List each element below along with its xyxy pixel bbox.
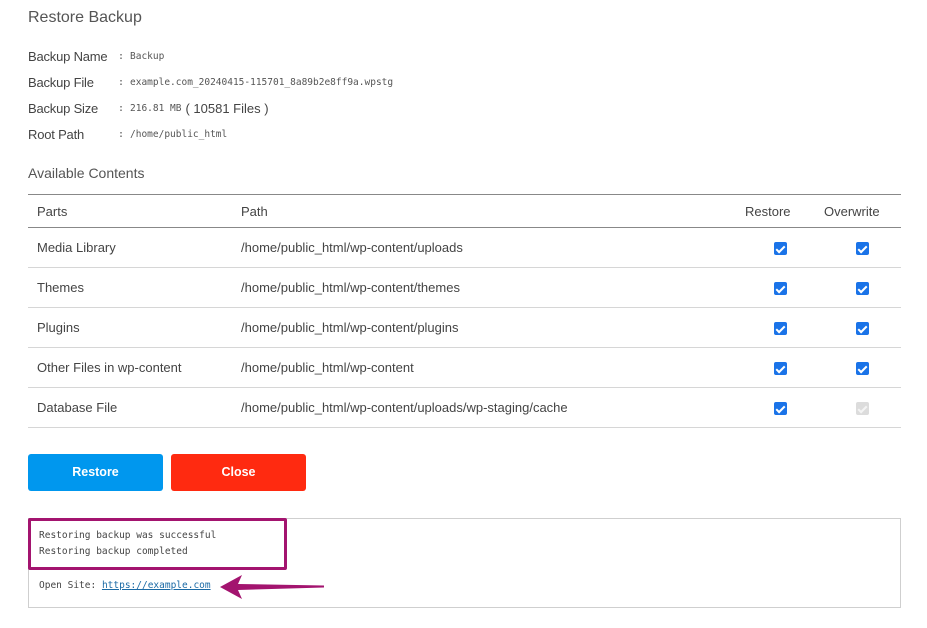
part-name: Database File xyxy=(37,400,118,415)
part-name: Themes xyxy=(37,280,84,295)
available-contents-title: Available Contents xyxy=(28,165,145,181)
part-name: Other Files in wp-content xyxy=(37,360,182,375)
table-row: Plugins/home/public_html/wp-content/plug… xyxy=(28,308,901,348)
overwrite-checkbox[interactable] xyxy=(856,362,869,376)
restore-checkbox[interactable] xyxy=(773,402,787,416)
meta-label: Root Path xyxy=(28,126,85,142)
backup-meta: Backup Name : Backup Backup File : examp… xyxy=(28,43,393,147)
table-row: Themes/home/public_html/wp-content/theme… xyxy=(28,268,901,308)
close-button[interactable]: Close xyxy=(171,454,306,491)
overwrite-checkbox[interactable] xyxy=(856,282,869,296)
log-line: Restoring backup completed xyxy=(39,546,188,557)
restore-checkbox[interactable] xyxy=(773,362,787,376)
log-line: Restoring backup was successful xyxy=(39,530,217,541)
header-parts: Parts xyxy=(37,203,68,219)
meta-value: Backup xyxy=(130,50,165,62)
restore-checkbox[interactable] xyxy=(773,282,787,296)
table-row: Other Files in wp-content/home/public_ht… xyxy=(28,348,901,388)
meta-label: Backup File xyxy=(28,74,94,90)
part-path: /home/public_html/wp-content/uploads xyxy=(241,240,463,255)
part-path: /home/public_html/wp-content/uploads/wp-… xyxy=(241,400,568,415)
table-row: Media Library/home/public_html/wp-conten… xyxy=(28,228,901,268)
meta-label: Backup Name xyxy=(28,48,108,64)
table-header-row: Parts Path Restore Overwrite xyxy=(28,194,901,228)
meta-label: Backup Size xyxy=(28,100,99,116)
annotation-arrow-icon xyxy=(220,575,324,599)
overwrite-checkbox[interactable] xyxy=(856,242,869,256)
meta-row-backup-size: Backup Size : 216.81 MB ( 10581 Files ) xyxy=(28,95,393,121)
meta-separator: : xyxy=(118,102,125,114)
meta-row-backup-file: Backup File : example.com_20240415-11570… xyxy=(28,69,393,95)
overwrite-checkbox[interactable] xyxy=(856,322,869,336)
meta-separator: : xyxy=(118,128,125,140)
part-path: /home/public_html/wp-content/plugins xyxy=(241,320,459,335)
contents-table: Parts Path Restore Overwrite Media Libra… xyxy=(28,194,901,428)
restore-button[interactable]: Restore xyxy=(28,454,163,491)
open-site-line: Open Site: https://example.com xyxy=(39,580,211,591)
part-name: Plugins xyxy=(37,320,80,335)
open-site-link[interactable]: https://example.com xyxy=(102,580,211,591)
meta-separator: : xyxy=(118,50,125,62)
overwrite-checkbox xyxy=(856,402,869,416)
header-overwrite: Overwrite xyxy=(824,203,880,219)
open-site-label: Open Site: xyxy=(39,580,97,591)
restore-log: Restoring backup was successful Restorin… xyxy=(28,518,901,608)
restore-checkbox[interactable] xyxy=(773,322,787,336)
meta-value: /home/public_html xyxy=(130,128,228,140)
page-title: Restore Backup xyxy=(28,9,142,26)
part-path: /home/public_html/wp-content xyxy=(241,360,414,375)
meta-value: 216.81 MB xyxy=(130,102,182,114)
meta-value: example.com_20240415-115701_8a89b2e8ff9a… xyxy=(130,76,394,88)
table-row: Database File/home/public_html/wp-conten… xyxy=(28,388,901,428)
meta-separator: : xyxy=(118,76,125,88)
restore-checkbox[interactable] xyxy=(773,242,787,256)
part-path: /home/public_html/wp-content/themes xyxy=(241,280,460,295)
part-name: Media Library xyxy=(37,240,116,255)
annotation-highlight-box xyxy=(28,518,287,570)
header-restore: Restore xyxy=(745,203,791,219)
meta-row-backup-name: Backup Name : Backup xyxy=(28,43,393,69)
file-count: ( 10581 Files ) xyxy=(185,100,269,116)
meta-row-root-path: Root Path : /home/public_html xyxy=(28,121,393,147)
header-path: Path xyxy=(241,203,268,219)
